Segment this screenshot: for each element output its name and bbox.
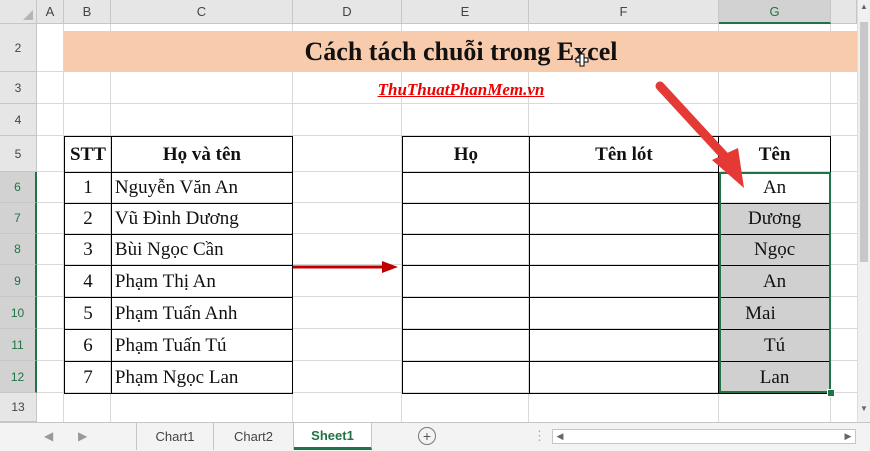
scroll-right-icon[interactable]: ▶	[841, 430, 855, 443]
tab-chart1[interactable]: Chart1	[136, 423, 214, 450]
add-sheet-icon[interactable]: +	[418, 427, 436, 445]
scroll-down-icon[interactable]: ▼	[859, 404, 869, 418]
scroll-thumb[interactable]	[860, 22, 868, 262]
tab-splitter-icon[interactable]: ⋮	[533, 428, 546, 444]
diagonal-arrow-icon	[655, 81, 744, 188]
horizontal-scrollbar[interactable]: ◀ ▶	[552, 429, 856, 444]
cursor-icon	[575, 53, 589, 67]
tab-chart2[interactable]: Chart2	[214, 423, 294, 450]
right-arrow-icon	[293, 261, 398, 273]
tab-sheet1[interactable]: Sheet1	[294, 423, 372, 450]
vertical-scrollbar[interactable]: ▲ ▼	[857, 0, 870, 422]
prev-sheet-icon[interactable]: ◀	[44, 429, 53, 443]
sheet-tab-bar: ◀ ▶ Chart1 Chart2 Sheet1 + ⋮ ◀ ▶	[0, 422, 870, 451]
annotation-layer	[293, 53, 744, 273]
scroll-left-icon[interactable]: ◀	[553, 430, 567, 443]
next-sheet-icon[interactable]: ▶	[78, 429, 87, 443]
scroll-up-icon[interactable]: ▲	[859, 2, 869, 16]
